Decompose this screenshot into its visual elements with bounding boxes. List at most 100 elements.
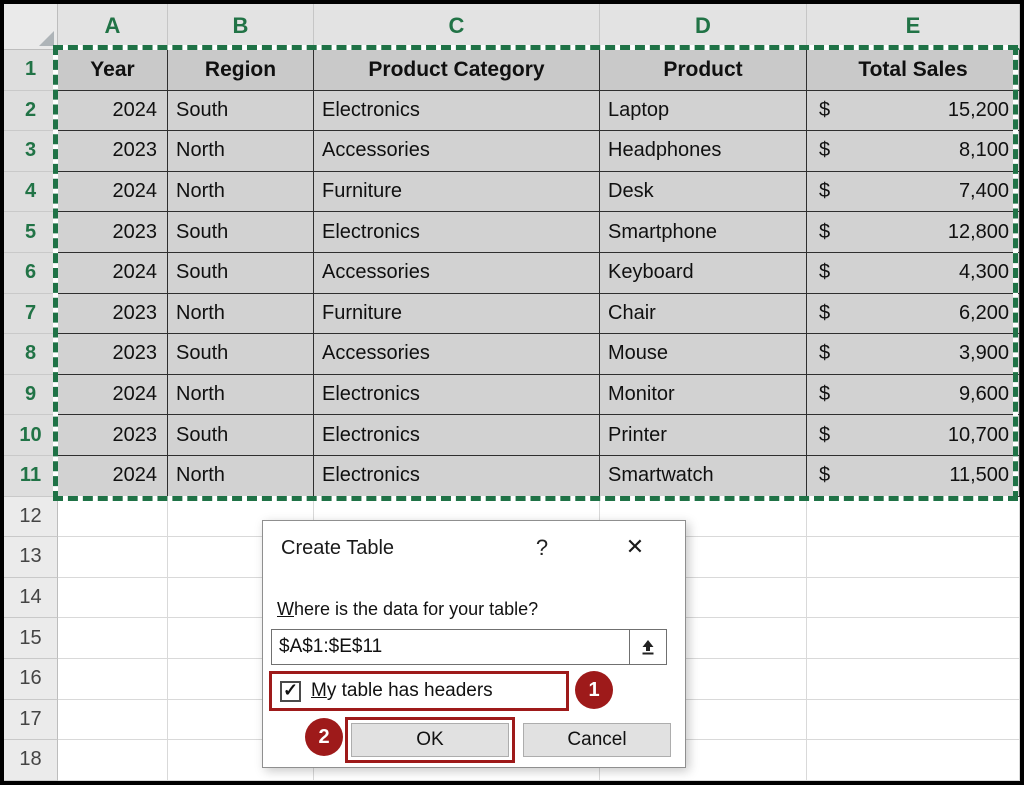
cell-d2[interactable]: Laptop — [600, 91, 807, 132]
cancel-button[interactable]: Cancel — [523, 723, 671, 757]
cell-a3[interactable]: 2023 — [58, 131, 168, 172]
cell-b10[interactable]: South — [168, 415, 314, 456]
column-header-d[interactable]: D — [600, 4, 807, 50]
row-header-14[interactable]: 14 — [4, 578, 58, 619]
cell-e3[interactable]: $8,100 — [807, 131, 1020, 172]
cell-e2[interactable]: $15,200 — [807, 91, 1020, 132]
row-header-2[interactable]: 2 — [4, 91, 58, 132]
row-header-9[interactable]: 9 — [4, 375, 58, 416]
row-header-8[interactable]: 8 — [4, 334, 58, 375]
cell-a7[interactable]: 2023 — [58, 294, 168, 335]
cell-b1[interactable]: Region — [168, 50, 314, 91]
cell-b6[interactable]: South — [168, 253, 314, 294]
cell-e15[interactable] — [807, 618, 1020, 659]
cell-e13[interactable] — [807, 537, 1020, 578]
cell-b5[interactable]: South — [168, 212, 314, 253]
range-input[interactable] — [271, 629, 630, 665]
cell-b4[interactable]: North — [168, 172, 314, 213]
cell-e5[interactable]: $12,800 — [807, 212, 1020, 253]
cell-b2[interactable]: South — [168, 91, 314, 132]
row-header-15[interactable]: 15 — [4, 618, 58, 659]
column-header-e[interactable]: E — [807, 4, 1020, 50]
cell-e4[interactable]: $7,400 — [807, 172, 1020, 213]
cell-b11[interactable]: North — [168, 456, 314, 497]
cell-d7[interactable]: Chair — [600, 294, 807, 335]
cell-b8[interactable]: South — [168, 334, 314, 375]
cell-d4[interactable]: Desk — [600, 172, 807, 213]
cell-e9[interactable]: $9,600 — [807, 375, 1020, 416]
row-header-5[interactable]: 5 — [4, 212, 58, 253]
cell-c2[interactable]: Electronics — [314, 91, 600, 132]
cell-a15[interactable] — [58, 618, 168, 659]
cell-e14[interactable] — [807, 578, 1020, 619]
cell-e6[interactable]: $4,300 — [807, 253, 1020, 294]
headers-checkbox[interactable]: ✓ — [280, 681, 301, 702]
cell-c1[interactable]: Product Category — [314, 50, 600, 91]
cell-a8[interactable]: 2023 — [58, 334, 168, 375]
cell-a11[interactable]: 2024 — [58, 456, 168, 497]
row-header-16[interactable]: 16 — [4, 659, 58, 700]
ok-button[interactable]: OK — [351, 723, 509, 757]
cell-e7[interactable]: $6,200 — [807, 294, 1020, 335]
cell-d3[interactable]: Headphones — [600, 131, 807, 172]
column-header-c[interactable]: C — [314, 4, 600, 50]
cell-d11[interactable]: Smartwatch — [600, 456, 807, 497]
cell-c7[interactable]: Furniture — [314, 294, 600, 335]
cell-e16[interactable] — [807, 659, 1020, 700]
cell-e1[interactable]: Total Sales — [807, 50, 1020, 91]
cell-a2[interactable]: 2024 — [58, 91, 168, 132]
row-header-17[interactable]: 17 — [4, 700, 58, 741]
row-header-1[interactable]: 1 — [4, 50, 58, 91]
cell-e18[interactable] — [807, 740, 1020, 781]
column-header-b[interactable]: B — [168, 4, 314, 50]
cell-d9[interactable]: Monitor — [600, 375, 807, 416]
cell-a16[interactable] — [58, 659, 168, 700]
help-icon[interactable]: ? — [527, 533, 557, 563]
row-header-7[interactable]: 7 — [4, 294, 58, 335]
cell-d1[interactable]: Product — [600, 50, 807, 91]
cell-c10[interactable]: Electronics — [314, 415, 600, 456]
cell-e11[interactable]: $11,500 — [807, 456, 1020, 497]
cell-a1[interactable]: Year — [58, 50, 168, 91]
cell-e10[interactable]: $10,700 — [807, 415, 1020, 456]
cell-c11[interactable]: Electronics — [314, 456, 600, 497]
cell-e8[interactable]: $3,900 — [807, 334, 1020, 375]
cell-e17[interactable] — [807, 700, 1020, 741]
cell-c3[interactable]: Accessories — [314, 131, 600, 172]
column-header-a[interactable]: A — [58, 4, 168, 50]
close-icon[interactable]: ✕ — [615, 531, 655, 563]
cell-a5[interactable]: 2023 — [58, 212, 168, 253]
cell-a13[interactable] — [58, 537, 168, 578]
cell-a4[interactable]: 2024 — [58, 172, 168, 213]
cell-a6[interactable]: 2024 — [58, 253, 168, 294]
cell-c9[interactable]: Electronics — [314, 375, 600, 416]
cell-b7[interactable]: North — [168, 294, 314, 335]
cell-d8[interactable]: Mouse — [600, 334, 807, 375]
cell-a18[interactable] — [58, 740, 168, 781]
cell-d6[interactable]: Keyboard — [600, 253, 807, 294]
cell-a9[interactable]: 2024 — [58, 375, 168, 416]
cell-c5[interactable]: Electronics — [314, 212, 600, 253]
row-header-11[interactable]: 11 — [4, 456, 58, 497]
cell-d5[interactable]: Smartphone — [600, 212, 807, 253]
cell-a12[interactable] — [58, 497, 168, 538]
cell-b9[interactable]: North — [168, 375, 314, 416]
row-header-18[interactable]: 18 — [4, 740, 58, 781]
cell-c6[interactable]: Accessories — [314, 253, 600, 294]
cell-c8[interactable]: Accessories — [314, 334, 600, 375]
cell-d10[interactable]: Printer — [600, 415, 807, 456]
select-all-corner[interactable] — [4, 4, 58, 50]
cell-a10[interactable]: 2023 — [58, 415, 168, 456]
row-header-13[interactable]: 13 — [4, 537, 58, 578]
range-picker-button[interactable] — [629, 629, 667, 665]
row-header-6[interactable]: 6 — [4, 253, 58, 294]
cell-c4[interactable]: Furniture — [314, 172, 600, 213]
cell-e12[interactable] — [807, 497, 1020, 538]
row-header-10[interactable]: 10 — [4, 415, 58, 456]
cell-b3[interactable]: North — [168, 131, 314, 172]
row-header-12[interactable]: 12 — [4, 497, 58, 538]
row-header-4[interactable]: 4 — [4, 172, 58, 213]
cell-a14[interactable] — [58, 578, 168, 619]
cell-a17[interactable] — [58, 700, 168, 741]
row-header-3[interactable]: 3 — [4, 131, 58, 172]
